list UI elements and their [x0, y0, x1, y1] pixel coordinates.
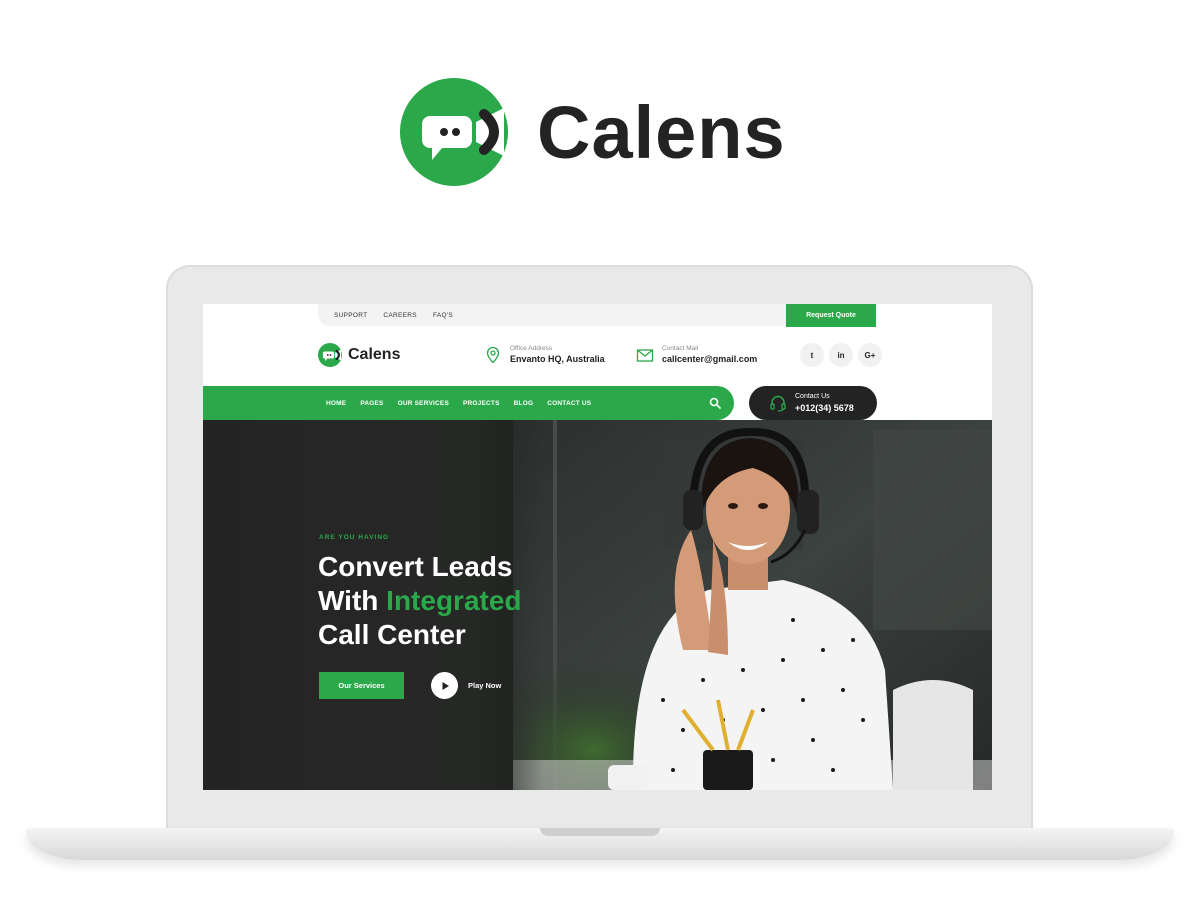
topbar-links: SUPPORT CAREERS FAQ'S: [334, 304, 453, 326]
contact-phone: +012(34) 5678: [795, 403, 854, 413]
hero-headline-line-1: Convert Leads: [318, 551, 513, 582]
contact-mail: Contact Mail callcenter@gmail.com: [636, 344, 757, 365]
site-logo[interactable]: Calens: [318, 342, 400, 368]
nav-item-pages[interactable]: PAGES: [360, 400, 383, 407]
hero-section: ARE YOU HAVING Convert Leads With Integr…: [203, 420, 992, 790]
play-now-button[interactable]: Play Now: [431, 672, 501, 699]
brand-header: Calens: [400, 78, 820, 188]
office-address-value: Envanto HQ, Australia: [510, 354, 605, 364]
contact-mail-label: Contact Mail: [662, 345, 699, 352]
topbar-link-careers[interactable]: CAREERS: [383, 312, 417, 319]
nav-item-projects[interactable]: PROJECTS: [463, 400, 500, 407]
our-services-button[interactable]: Our Services: [319, 672, 404, 699]
hero-photo: [513, 420, 992, 790]
main-nav: HOME PAGES OUR SERVICES PROJECTS BLOG CO…: [203, 386, 734, 420]
calens-logo-icon: [318, 343, 342, 367]
map-pin-icon: [486, 346, 500, 363]
nav-item-home[interactable]: HOME: [326, 400, 346, 407]
nav-items: HOME PAGES OUR SERVICES PROJECTS BLOG CO…: [326, 386, 591, 420]
play-now-label: Play Now: [468, 681, 502, 690]
nav-item-our-services[interactable]: OUR SERVICES: [398, 400, 449, 407]
play-icon: [442, 681, 449, 690]
site-logo-text: Calens: [348, 346, 401, 363]
contact-mail-value[interactable]: callcenter@gmail.com: [662, 354, 757, 365]
calens-logo-icon: [400, 78, 508, 186]
hero-headline: Convert Leads With Integrated Call Cente…: [318, 550, 522, 652]
social-links: t in G+: [800, 343, 882, 367]
google-plus-icon[interactable]: G+: [858, 343, 882, 367]
hero-headline-line-2: With Integrated: [318, 584, 522, 618]
headset-icon: [770, 395, 786, 412]
hero-headline-line-2-prefix: With: [318, 585, 387, 616]
twitter-icon[interactable]: t: [800, 343, 824, 367]
office-address: Office Address Envanto HQ, Australia: [484, 344, 605, 365]
website-screen: SUPPORT CAREERS FAQ'S Request Quote Cale…: [203, 304, 992, 790]
contact-us-label: Contact Us: [795, 393, 830, 400]
office-address-label: Office Address: [510, 345, 553, 352]
topbar-link-faqs[interactable]: FAQ'S: [433, 312, 453, 319]
hero-eyebrow: ARE YOU HAVING: [319, 534, 390, 541]
linkedin-icon[interactable]: in: [829, 343, 853, 367]
contact-us-pill[interactable]: Contact Us +012(34) 5678: [749, 386, 877, 420]
search-icon[interactable]: [709, 397, 721, 409]
brand-name: Calens: [537, 91, 786, 174]
envelope-icon: [636, 348, 654, 362]
play-circle: [431, 672, 458, 699]
hero-headline-accent: Integrated: [386, 585, 522, 616]
laptop-notch: [540, 828, 660, 836]
nav-item-contact-us[interactable]: CONTACT US: [547, 400, 591, 407]
topbar-link-support[interactable]: SUPPORT: [334, 312, 367, 319]
request-quote-button[interactable]: Request Quote: [786, 304, 876, 327]
nav-item-blog[interactable]: BLOG: [514, 400, 534, 407]
hero-headline-line-3: Call Center: [318, 619, 466, 650]
